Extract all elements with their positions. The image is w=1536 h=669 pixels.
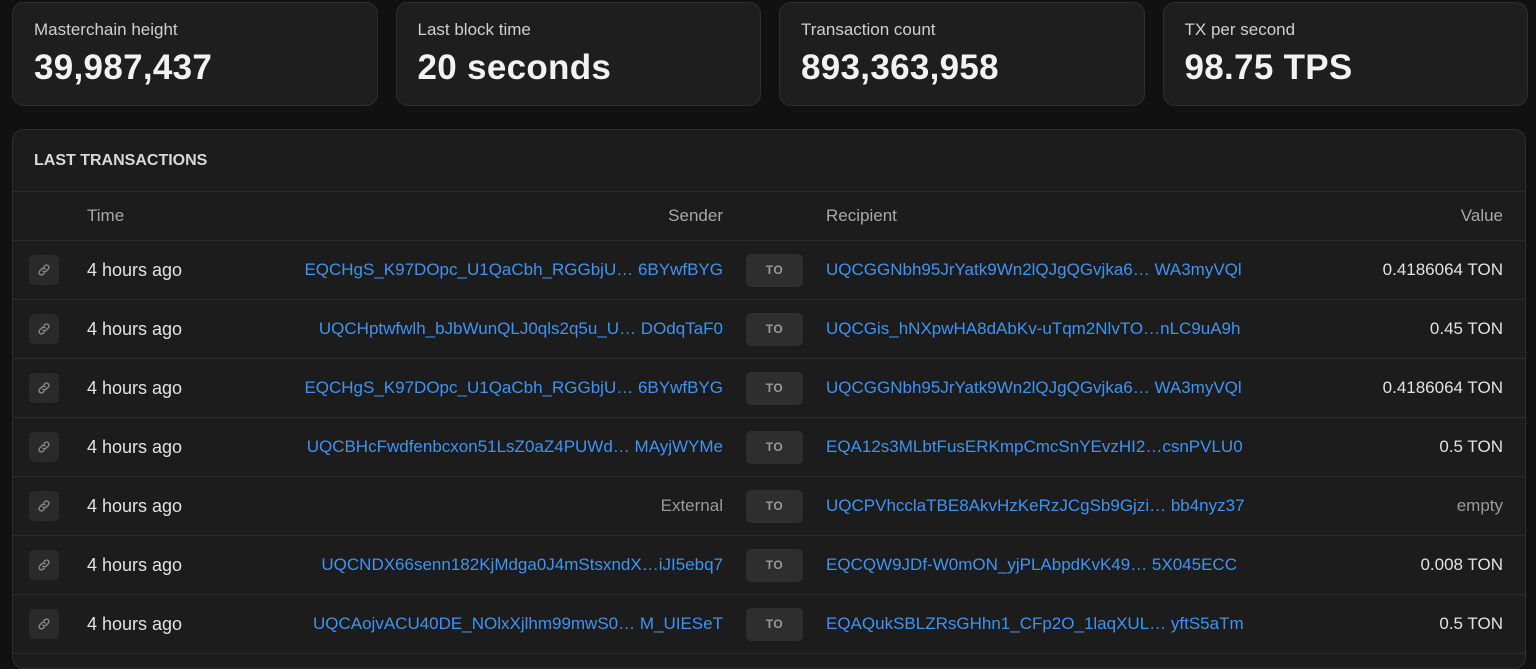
to-badge-label: TO xyxy=(746,489,803,523)
direction-badge: TO xyxy=(746,300,803,358)
direction-badge: TO xyxy=(746,477,803,535)
direction-badge: TO xyxy=(746,418,803,476)
link-icon xyxy=(38,264,50,276)
link-icon xyxy=(38,500,50,512)
stat-card-transaction-count: Transaction count 893,363,958 xyxy=(779,2,1145,106)
sender-address-link[interactable]: UQCAojvACU40DE_NOlxXjlhm99mwS0… M_UIESeT xyxy=(291,595,723,653)
sender-external-label: External xyxy=(660,496,723,515)
column-header-sender: Sender xyxy=(668,206,723,225)
transaction-link-button[interactable] xyxy=(29,477,59,535)
column-header-time: Time xyxy=(87,206,125,225)
stat-value: 893,363,958 xyxy=(801,48,999,87)
transaction-value: 0.4186064 TON xyxy=(1382,378,1503,397)
table-row: 4 hours ago UQCNDX66senn182KjMdga0J4mSts… xyxy=(13,536,1525,595)
stat-value: 20 seconds xyxy=(417,48,612,87)
transaction-value: 0.5 TON xyxy=(1439,614,1503,633)
transaction-value: empty xyxy=(1456,496,1503,515)
direction-badge: TO xyxy=(746,359,803,417)
transaction-link-button[interactable] xyxy=(29,241,59,299)
to-badge-label: TO xyxy=(746,371,803,405)
transaction-value: 0.4186064 TON xyxy=(1382,260,1503,279)
table-row: 4 hours ago EQCHgS_K97DOpc_U1QaCbh_RGGbj… xyxy=(13,359,1525,418)
stats-bar: Masterchain height 39,987,437 Last block… xyxy=(12,2,1528,106)
transaction-link-button[interactable] xyxy=(29,418,59,476)
column-header-recipient: Recipient xyxy=(826,206,897,225)
recipient-address-link[interactable]: UQCPVhcclaTBE8AkvHzKeRzJCgSb9Gjzi… bb4ny… xyxy=(826,477,1258,535)
table-row: 4 hours ago UQCAojvACU40DE_NOlxXjlhm99mw… xyxy=(13,595,1525,654)
transaction-time: 4 hours ago xyxy=(87,495,183,516)
to-badge-label: TO xyxy=(746,548,803,582)
transaction-time: 4 hours ago xyxy=(87,318,183,339)
link-icon xyxy=(38,559,50,571)
last-transactions-panel: LAST TRANSACTIONS Time Sender Recipient … xyxy=(12,129,1526,669)
table-row: 4 hours ago EQCHgS_K97DOpc_U1QaCbh_RGGbj… xyxy=(13,241,1525,300)
recipient-address-link[interactable]: UQCGGNbh95JrYatk9Wn2lQJgQGvjka6… WA3myVQ… xyxy=(826,359,1258,417)
stat-value: 98.75 TPS xyxy=(1184,48,1353,87)
stat-label: TX per second xyxy=(1184,20,1296,39)
stat-card-last-block-time: Last block time 20 seconds xyxy=(395,2,761,106)
to-badge-label: TO xyxy=(746,312,803,346)
stat-label: Transaction count xyxy=(801,20,936,39)
transaction-time: 4 hours ago xyxy=(87,554,183,575)
recipient-address-link[interactable]: UQCGis_hNXpwHA8dAbKv-uTqm2NlvTO…nLC9uA9h xyxy=(826,300,1258,358)
table-row: 4 hours ago External TO UQCPVhcclaTBE8Ak… xyxy=(13,477,1525,536)
direction-badge: TO xyxy=(746,241,803,299)
transaction-link-button[interactable] xyxy=(29,359,59,417)
stat-value: 39,987,437 xyxy=(34,48,213,87)
recipient-address-link[interactable]: EQAQukSBLZRsGHhn1_CFp2O_1laqXUL… yftS5aT… xyxy=(826,595,1258,653)
column-header-value: Value xyxy=(1460,206,1503,225)
transaction-value: 0.45 TON xyxy=(1429,319,1503,338)
recipient-address-link[interactable]: UQCGGNbh95JrYatk9Wn2lQJgQGvjka6… WA3myVQ… xyxy=(826,241,1258,299)
transaction-link-button[interactable] xyxy=(29,300,59,358)
stat-card-masterchain-height: Masterchain height 39,987,437 xyxy=(12,2,378,106)
stat-card-tx-per-second: TX per second 98.75 TPS xyxy=(1162,2,1528,106)
to-badge-label: TO xyxy=(746,430,803,464)
direction-badge: TO xyxy=(746,536,803,594)
table-row: 4 hours ago UQCHptwfwlh_bJbWunQLJ0qls2q5… xyxy=(13,300,1525,359)
sender-address-link[interactable]: EQCHgS_K97DOpc_U1QaCbh_RGGbjU… 6BYwfBYG xyxy=(291,241,723,299)
panel-title: LAST TRANSACTIONS xyxy=(13,130,1525,192)
to-badge-label: TO xyxy=(746,253,803,287)
transaction-time: 4 hours ago xyxy=(87,259,183,280)
sender-address-link[interactable]: UQCBHcFwdfenbcxon51LsZ0aZ4PUWd… MAyjWYMe xyxy=(291,418,723,476)
transaction-time: 4 hours ago xyxy=(87,436,183,457)
sender-address-link[interactable]: EQCHgS_K97DOpc_U1QaCbh_RGGbjU… 6BYwfBYG xyxy=(291,359,723,417)
recipient-address-link[interactable]: EQA12s3MLbtFusERKmpCmcSnYEvzHI2…csnPVLU0 xyxy=(826,418,1258,476)
direction-badge: TO xyxy=(746,595,803,653)
table-row: 4 hours ago UQCBHcFwdfenbcxon51LsZ0aZ4PU… xyxy=(13,418,1525,477)
link-icon xyxy=(38,618,50,630)
recipient-address-link[interactable]: EQCQW9JDf-W0mON_yjPLAbpdKvK49… 5X045ECC xyxy=(826,536,1258,594)
sender-address-link[interactable]: UQCHptwfwlh_bJbWunQLJ0qls2q5u_U… DOdqTaF… xyxy=(291,300,723,358)
stat-label: Masterchain height xyxy=(34,20,178,39)
table-header: Time Sender Recipient Value xyxy=(13,192,1525,241)
link-icon xyxy=(38,323,50,335)
stat-label: Last block time xyxy=(417,20,531,39)
sender-address-link[interactable]: UQCNDX66senn182KjMdga0J4mStsxndX…iJI5ebq… xyxy=(291,536,723,594)
transaction-time: 4 hours ago xyxy=(87,613,183,634)
link-icon xyxy=(38,382,50,394)
transaction-value: 0.5 TON xyxy=(1439,437,1503,456)
to-badge-label: TO xyxy=(746,607,803,641)
transaction-time: 4 hours ago xyxy=(87,377,183,398)
transaction-value: 0.008 TON xyxy=(1420,555,1503,574)
transaction-link-button[interactable] xyxy=(29,595,59,653)
link-icon xyxy=(38,441,50,453)
transaction-link-button[interactable] xyxy=(29,536,59,594)
